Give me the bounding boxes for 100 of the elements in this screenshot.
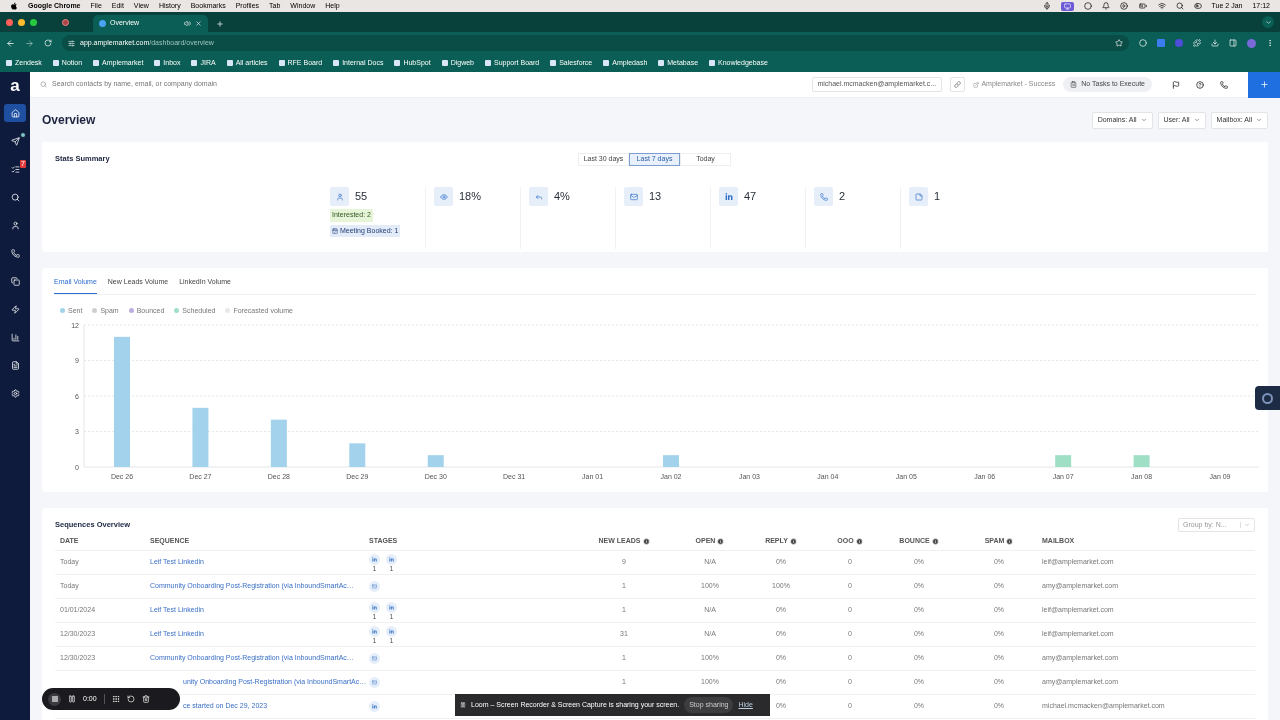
chart-bar [1133, 455, 1150, 467]
search-icon [40, 81, 47, 88]
logo: a [10, 78, 20, 94]
phone-icon [814, 187, 833, 206]
bookmark-favicon-icon [93, 60, 100, 66]
apple-icon[interactable] [10, 2, 18, 10]
trash-icon[interactable] [141, 695, 150, 703]
bookmark-favicon-icon [441, 60, 448, 66]
bell-icon[interactable] [1101, 2, 1110, 10]
minimize-window-icon[interactable] [18, 18, 25, 26]
calendar-icon [332, 227, 338, 234]
document-icon [10, 360, 20, 370]
linkedin-icon [719, 187, 738, 206]
tab-search-button[interactable] [1262, 16, 1274, 28]
person-icon [330, 187, 349, 206]
chart-bar [192, 407, 209, 467]
linkedin-icon [369, 553, 380, 565]
extension-icon[interactable] [1139, 39, 1147, 47]
linkedin-icon [386, 601, 397, 613]
restart-icon[interactable] [126, 695, 135, 703]
pause-icon [460, 702, 466, 708]
back-icon[interactable] [6, 38, 15, 48]
battery-icon[interactable] [1137, 2, 1148, 10]
forward-icon[interactable] [25, 38, 34, 48]
pause-icon[interactable] [68, 695, 76, 703]
home-icon [10, 108, 20, 118]
mail-icon [369, 581, 380, 592]
sidebar-item[interactable] [4, 104, 26, 122]
chevron-down-icon [1256, 117, 1262, 123]
bookmark-favicon-icon [333, 60, 340, 66]
chart-bar [270, 419, 287, 467]
mail-icon [369, 677, 380, 688]
bookmark-favicon-icon [658, 60, 665, 66]
chart-bar [1055, 455, 1072, 467]
chart-bar [349, 443, 366, 467]
site-settings-icon[interactable] [68, 39, 75, 47]
bookmark-favicon-icon [709, 60, 716, 66]
stat-value: 47 [744, 189, 757, 205]
help-icon[interactable] [1196, 80, 1204, 89]
plus-icon [1259, 80, 1269, 89]
star-icon[interactable] [1115, 39, 1123, 47]
flag-icon[interactable] [1172, 80, 1180, 89]
external-link-icon [973, 81, 980, 88]
reload-icon[interactable] [44, 39, 52, 47]
chevron-down-icon [1193, 117, 1200, 123]
bar-chart-icon [10, 332, 20, 342]
settings-icon [10, 388, 20, 398]
mail-icon [624, 187, 643, 206]
favicon-icon [99, 20, 106, 27]
bookmark-favicon-icon [191, 60, 198, 66]
progress-widget-icon[interactable] [1255, 386, 1280, 410]
zoom-window-icon[interactable] [30, 18, 37, 26]
link-icon [954, 81, 962, 88]
reply-icon [529, 187, 548, 206]
bookmark-favicon-icon [52, 60, 59, 66]
linkedin-icon [386, 625, 397, 637]
bookmark-favicon-icon [603, 60, 610, 66]
download-icon[interactable] [1211, 39, 1219, 47]
grid-icon[interactable] [111, 695, 120, 703]
clipboard-icon [1070, 81, 1078, 88]
stat-value: 55 [355, 189, 368, 205]
stat-value: 1 [934, 189, 941, 205]
linkedin-icon [369, 625, 380, 637]
side-panel-icon[interactable] [1229, 39, 1237, 47]
lightning-icon [10, 304, 20, 314]
circle-icon[interactable] [1083, 2, 1092, 10]
note-icon [909, 187, 928, 206]
phone-icon[interactable] [1220, 80, 1228, 89]
puzzle-icon[interactable] [1193, 39, 1201, 47]
toggle-icon[interactable] [1193, 2, 1202, 10]
eye-icon [434, 187, 453, 206]
linkedin-icon [369, 601, 380, 613]
more-icon[interactable] [1266, 39, 1274, 47]
close-icon[interactable] [195, 20, 202, 27]
page-title: Overview [42, 112, 97, 129]
wifi-icon[interactable] [1157, 2, 1166, 10]
stop-button[interactable] [48, 692, 61, 706]
stat-value: 18% [459, 189, 482, 205]
chevron-down-icon [1264, 18, 1272, 26]
new-tab-icon[interactable] [216, 19, 224, 28]
play-icon[interactable] [1119, 2, 1128, 10]
bookmark-favicon-icon [154, 60, 161, 66]
linkedin-icon [369, 701, 380, 712]
recording-icon [62, 18, 69, 26]
chevron-down-icon [1244, 522, 1250, 528]
linkedin-icon [386, 553, 397, 565]
search-icon[interactable] [1175, 2, 1184, 10]
bookmark-favicon-icon [550, 60, 557, 66]
phone-icon [10, 248, 20, 258]
close-window-icon[interactable] [6, 18, 13, 26]
person-icon [10, 220, 20, 230]
bookmark-favicon-icon [226, 60, 233, 66]
search-icon [10, 192, 20, 202]
stat-value: 4% [554, 189, 570, 205]
chevron-down-icon [1140, 117, 1147, 123]
speaker-icon [184, 20, 191, 27]
monitor-icon[interactable] [1060, 1, 1074, 11]
bookmark-favicon-icon [6, 60, 12, 66]
microphone-icon[interactable] [1042, 2, 1051, 10]
bookmark-favicon-icon [485, 60, 491, 66]
